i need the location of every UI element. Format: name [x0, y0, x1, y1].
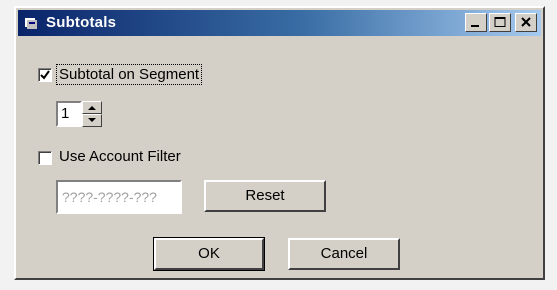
subtotal-on-segment-label[interactable]: Subtotal on Segment	[55, 64, 203, 85]
maximize-icon	[494, 17, 506, 27]
account-filter-input[interactable]: ????-????-???	[56, 180, 182, 214]
cancel-button[interactable]: Cancel	[288, 238, 400, 270]
minimize-icon	[471, 25, 479, 27]
app-icon	[25, 18, 37, 29]
use-account-filter-checkbox[interactable]	[38, 151, 52, 165]
close-button[interactable]	[515, 13, 537, 32]
subtotal-on-segment-checkbox[interactable]	[38, 68, 52, 82]
title-bar[interactable]: Subtotals	[18, 10, 541, 36]
spinner-down-button[interactable]	[82, 114, 102, 127]
subtotals-dialog: Subtotals Subtotal on Segment 1 Use Acco…	[14, 6, 545, 280]
reset-button[interactable]: Reset	[204, 180, 326, 212]
spinner-up-button[interactable]	[82, 101, 102, 114]
segment-spinner-buttons	[82, 101, 102, 127]
close-icon	[521, 17, 531, 27]
minimize-button[interactable]	[465, 13, 487, 32]
window-controls	[465, 13, 537, 33]
use-account-filter-label[interactable]: Use Account Filter	[59, 148, 181, 165]
window-title: Subtotals	[46, 14, 117, 31]
arrow-down-icon	[88, 118, 96, 122]
checkmark-icon	[40, 70, 50, 80]
maximize-button[interactable]	[489, 13, 511, 32]
ok-button[interactable]: OK	[153, 237, 265, 271]
segment-spinner-value[interactable]: 1	[56, 101, 82, 127]
arrow-up-icon	[88, 106, 96, 110]
